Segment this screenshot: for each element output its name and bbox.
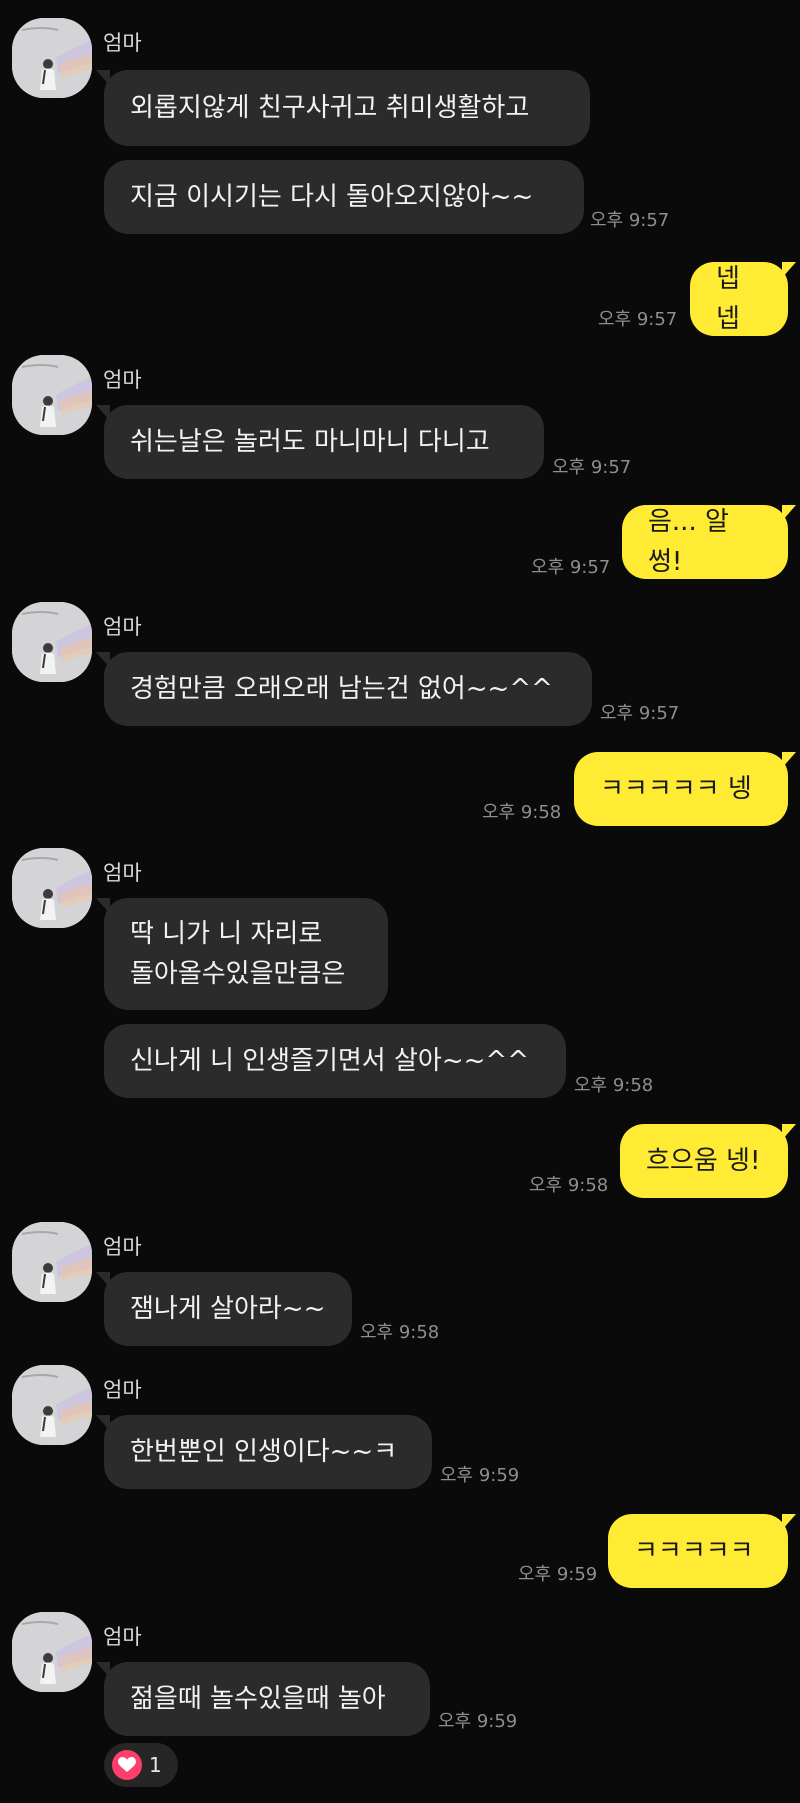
avatar[interactable] (12, 1365, 92, 1445)
avatar[interactable] (12, 18, 92, 98)
avatar[interactable] (12, 1222, 92, 1302)
message-bubble[interactable]: 외롭지않게 친구사귀고 취미생활하고 (96, 70, 590, 146)
heart-icon (112, 1750, 142, 1780)
message-time: 오후 9:59 (438, 1711, 518, 1732)
chat-thread[interactable]: 엄마 외롭지않게 친구사귀고 취미생활하고 지금 이시기는 다시 돌아오지않아~… (0, 0, 800, 1803)
message-time: 오후 9:57 (600, 703, 680, 724)
message-bubble[interactable]: 젊을때 놀수있을때 놀아 (96, 1662, 430, 1736)
message-time: 오후 9:58 (529, 1175, 609, 1196)
sender-name: 엄마 (103, 1625, 142, 1649)
message-time: 오후 9:57 (552, 457, 632, 478)
message-time: 오후 9:58 (482, 802, 562, 823)
message-bubble[interactable]: 신나게 니 인생즐기면서 살아~~^^ (104, 1024, 566, 1098)
avatar[interactable] (12, 1612, 92, 1692)
avatar[interactable] (12, 602, 92, 682)
message-time: 오후 9:57 (598, 309, 678, 330)
avatar[interactable] (12, 848, 92, 928)
message-time: 오후 9:58 (574, 1075, 654, 1096)
message-time: 오후 9:59 (440, 1465, 520, 1486)
message-bubble[interactable]: 넵넵 (690, 262, 796, 336)
message-time: 오후 9:57 (531, 557, 611, 578)
message-bubble[interactable]: 한번뿐인 인생이다~~ㅋ (96, 1415, 432, 1489)
sender-name: 엄마 (103, 1378, 142, 1402)
message-bubble[interactable]: 지금 이시기는 다시 돌아오지않아~~ (104, 160, 584, 234)
message-time: 오후 9:57 (590, 210, 670, 231)
message-bubble[interactable]: 흐으움 넹! (620, 1124, 796, 1198)
message-bubble[interactable]: 딱 니가 니 자리로 돌아올수있을만큼은 (96, 898, 388, 1010)
message-bubble[interactable]: ㅋㅋㅋㅋㅋ 넹 (574, 752, 796, 826)
reaction-count: 1 (149, 1753, 162, 1777)
message-bubble[interactable]: 경험만큼 오래오래 남는건 없어~~^^ (96, 652, 592, 726)
sender-name: 엄마 (103, 31, 142, 55)
message-bubble[interactable]: 쉬는날은 놀러도 마니마니 다니고 (96, 405, 544, 479)
message-bubble[interactable]: 음... 알썽! (622, 505, 796, 579)
sender-name: 엄마 (103, 861, 142, 885)
message-bubble[interactable]: 잼나게 살아라~~ (96, 1272, 352, 1346)
message-time: 오후 9:59 (518, 1564, 598, 1585)
sender-name: 엄마 (103, 1235, 142, 1259)
message-time: 오후 9:58 (360, 1322, 440, 1343)
sender-name: 엄마 (103, 615, 142, 639)
avatar[interactable] (12, 355, 92, 435)
sender-name: 엄마 (103, 368, 142, 392)
reaction-badge[interactable]: 1 (104, 1743, 178, 1787)
message-bubble[interactable]: ㅋㅋㅋㅋㅋ (608, 1514, 796, 1588)
